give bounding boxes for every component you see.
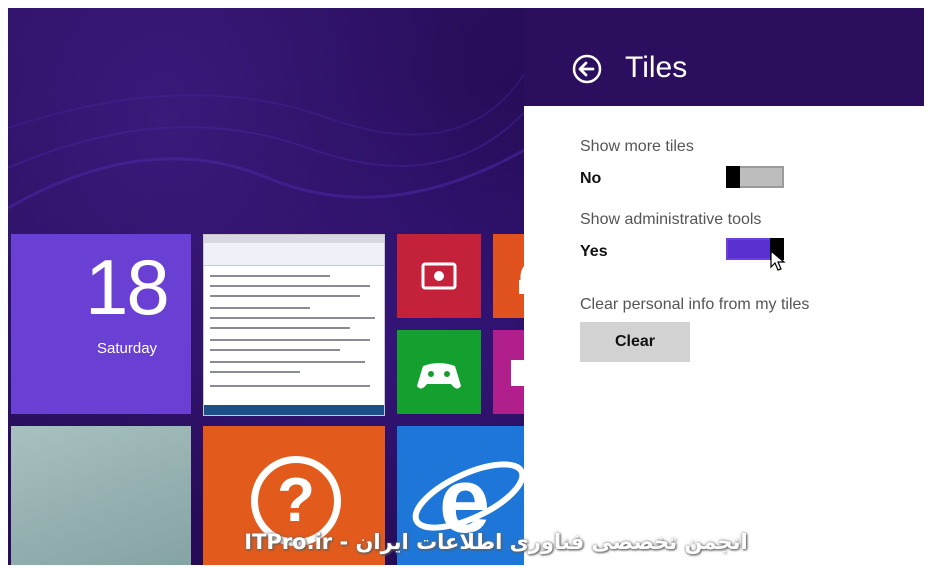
document-titlebar (204, 235, 384, 243)
start-screen-background: 18 Saturday ? e (8, 8, 533, 565)
tile-document-preview[interactable] (203, 234, 385, 416)
document-text-line (210, 327, 350, 329)
mouse-cursor-icon (770, 250, 786, 271)
tiles-settings-pane: Tiles Show more tiles No Show administra… (524, 8, 924, 565)
document-ribbon (204, 243, 384, 266)
document-text-line (210, 317, 375, 319)
toggle-thumb[interactable] (726, 166, 740, 188)
document-text-line (210, 295, 360, 297)
clock-date: 18 (85, 243, 170, 331)
background-swirl (8, 67, 528, 210)
clear-button[interactable]: Clear (580, 322, 690, 362)
clear-personal-info-label: Clear personal info from my tiles (580, 296, 810, 313)
video-play-icon (421, 262, 457, 290)
show-more-tiles-toggle[interactable] (726, 166, 784, 188)
clock-day: Saturday (97, 340, 158, 357)
tile-games[interactable] (397, 330, 481, 414)
show-admin-tools-value: Yes (580, 243, 608, 260)
game-controller-icon (417, 363, 461, 389)
show-admin-tools-label: Show administrative tools (580, 211, 762, 228)
settings-header: Tiles (524, 8, 924, 106)
document-text-line (210, 361, 365, 363)
document-text-line (210, 349, 340, 351)
back-arrow-icon[interactable] (572, 54, 602, 84)
pane-title: Tiles (625, 51, 688, 84)
show-more-tiles-label: Show more tiles (580, 138, 694, 155)
watermark: ITPro.ir - انجمن تخصصی فناوری اطلاعات ای… (244, 530, 748, 554)
show-more-tiles-value: No (580, 170, 602, 187)
document-text-line (210, 307, 310, 309)
document-text-line (210, 385, 370, 387)
document-text-line (210, 339, 370, 341)
tile-video[interactable] (397, 234, 481, 318)
screenshot-frame: 18 Saturday ? e Tiles Show more tiles No… (8, 8, 924, 565)
document-text-line (210, 285, 370, 287)
tile-clock[interactable]: 18 Saturday (11, 234, 191, 414)
document-text-line (210, 275, 330, 277)
document-taskbar (204, 405, 384, 415)
document-text-line (210, 371, 300, 373)
